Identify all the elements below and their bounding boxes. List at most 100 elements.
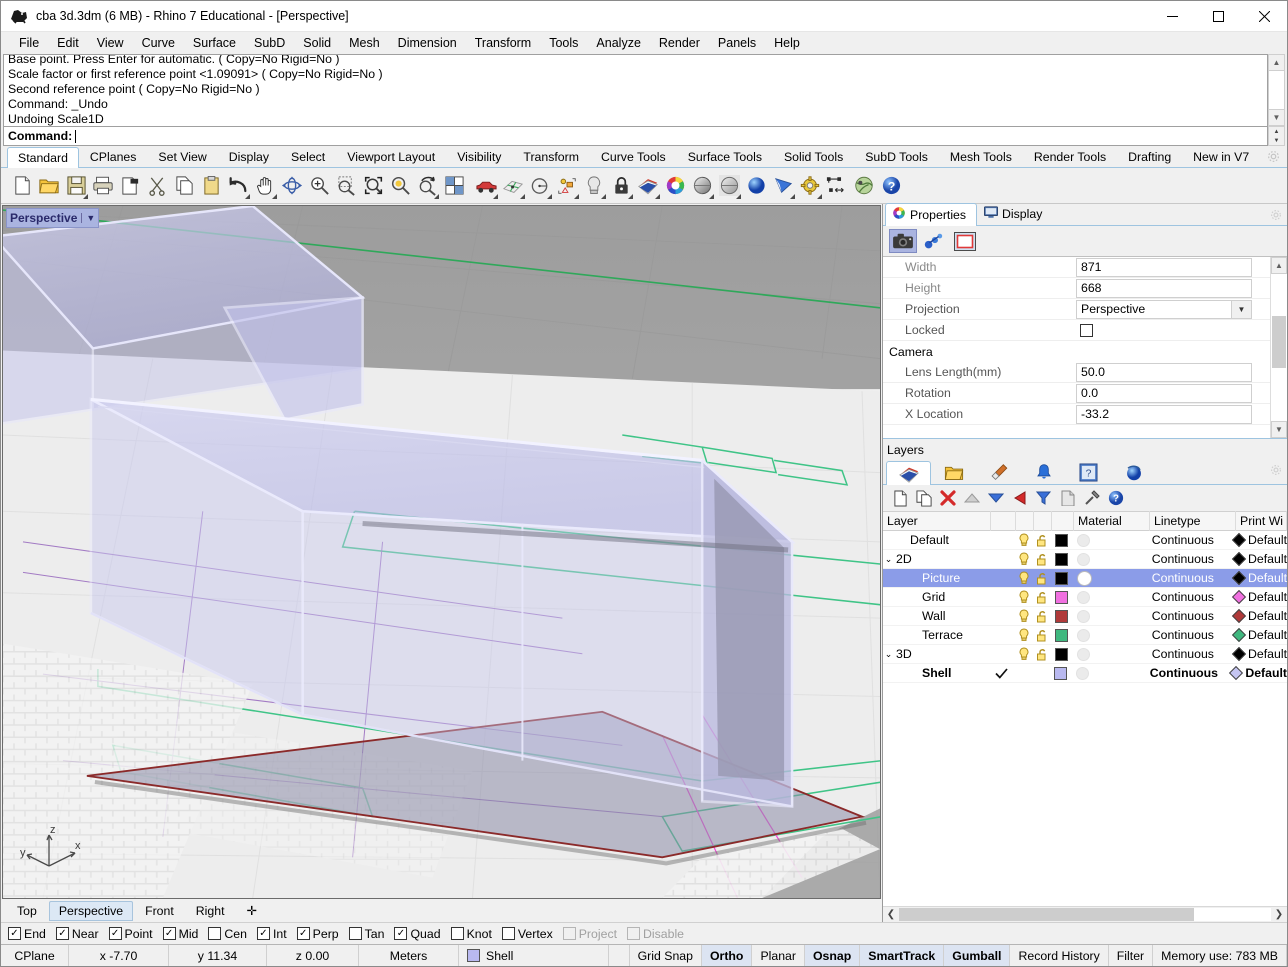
layer-color-swatch[interactable] bbox=[1051, 629, 1073, 642]
rotate-view-icon[interactable] bbox=[279, 172, 305, 200]
osnap-disable[interactable]: Disable bbox=[627, 927, 684, 941]
layer-material-cell[interactable] bbox=[1071, 667, 1146, 680]
osnap-int[interactable]: ✓ Int bbox=[257, 927, 287, 941]
properties-settings-gear-icon[interactable] bbox=[1269, 208, 1283, 225]
spin-up-icon[interactable]: ▲ bbox=[1269, 127, 1284, 136]
checkbox[interactable]: ✓ bbox=[163, 927, 176, 940]
toolbar-tab-select[interactable]: Select bbox=[280, 146, 336, 167]
cplane-indicator[interactable]: CPlane bbox=[1, 945, 69, 966]
tab-display[interactable]: Display bbox=[977, 203, 1053, 225]
close-button[interactable] bbox=[1241, 1, 1287, 32]
toggle-ortho[interactable]: Ortho bbox=[702, 945, 752, 966]
dropdown-corner-icon[interactable] bbox=[817, 194, 822, 199]
toolbar-tab-surface-tools[interactable]: Surface Tools bbox=[677, 146, 773, 167]
add-viewport-tab-icon[interactable]: ✛ bbox=[237, 901, 267, 921]
dropdown-corner-icon[interactable] bbox=[520, 194, 525, 199]
layer-print-width-cell[interactable]: Default bbox=[1233, 552, 1287, 566]
toggle-planar[interactable]: Planar bbox=[752, 945, 805, 966]
table-row[interactable]: Default Continuous bbox=[883, 531, 1287, 550]
layer-color-swatch[interactable] bbox=[1049, 667, 1071, 680]
layer-linetype[interactable]: Continuous bbox=[1148, 552, 1233, 566]
viewport-tab-front[interactable]: Front bbox=[135, 901, 184, 921]
menu-transform[interactable]: Transform bbox=[466, 34, 541, 52]
layer-linetype[interactable]: Continuous bbox=[1148, 647, 1233, 661]
maximize-button[interactable] bbox=[1195, 1, 1241, 32]
layer-print-width-cell[interactable]: Default bbox=[1233, 533, 1287, 547]
current-layer-indicator[interactable]: Shell bbox=[459, 945, 609, 966]
layer-print-width-cell[interactable]: Default bbox=[1233, 590, 1287, 604]
expander-icon[interactable]: ⌄ bbox=[883, 554, 894, 565]
layer-color-swatch[interactable] bbox=[1051, 534, 1073, 547]
layer-material-cell[interactable] bbox=[1072, 591, 1147, 604]
scroll-thumb[interactable] bbox=[899, 908, 1194, 921]
zoom-window-icon[interactable] bbox=[333, 172, 359, 200]
table-row[interactable]: ⌄ 3D Continuous bbox=[883, 645, 1287, 664]
toggle-osnap[interactable]: Osnap bbox=[805, 945, 860, 966]
toolbar-tab-display[interactable]: Display bbox=[218, 146, 280, 167]
layer-print-width-cell[interactable]: Default bbox=[1233, 609, 1287, 623]
dimension-icon[interactable] bbox=[824, 172, 850, 200]
layer-tools-hammer-icon[interactable] bbox=[1082, 488, 1102, 508]
tab-materials[interactable] bbox=[976, 460, 1021, 484]
dropdown-corner-icon[interactable] bbox=[83, 194, 88, 199]
dropdown-corner-icon[interactable] bbox=[434, 194, 439, 199]
zoom-dynamic-icon[interactable] bbox=[414, 172, 440, 200]
column-header-material[interactable]: Material bbox=[1074, 511, 1150, 531]
layer-color-swatch[interactable] bbox=[1051, 591, 1073, 604]
layer-name-cell[interactable]: Default bbox=[883, 533, 990, 547]
viewport-label[interactable]: Perspective ▼ bbox=[6, 208, 99, 228]
menu-help[interactable]: Help bbox=[765, 34, 809, 52]
dropdown-corner-icon[interactable] bbox=[736, 194, 741, 199]
column-header-color[interactable] bbox=[1052, 511, 1074, 531]
scroll-track[interactable] bbox=[899, 908, 1271, 921]
checkbox[interactable] bbox=[208, 927, 221, 940]
layer-lock-icon[interactable] bbox=[1033, 610, 1051, 623]
command-history[interactable]: Base point. Press Enter for automatic. (… bbox=[3, 54, 1268, 126]
delete-layer-icon[interactable] bbox=[938, 488, 958, 508]
osnap-end[interactable]: ✓ End bbox=[8, 927, 46, 941]
toolbar-tab-viewport-layout[interactable]: Viewport Layout bbox=[336, 146, 446, 167]
new-layer-icon[interactable] bbox=[890, 488, 910, 508]
dropdown-corner-icon[interactable] bbox=[628, 194, 633, 199]
units-indicator[interactable]: Meters bbox=[359, 945, 459, 966]
rotation-field[interactable]: 0.0 bbox=[1076, 384, 1252, 403]
undo-icon[interactable] bbox=[225, 172, 251, 200]
dropdown-corner-icon[interactable] bbox=[547, 194, 552, 199]
layer-material-cell[interactable] bbox=[1072, 610, 1147, 623]
layer-visibility-bulb-icon[interactable] bbox=[1015, 628, 1033, 642]
arctic-sphere-icon[interactable] bbox=[770, 172, 796, 200]
toolbar-tab-cplanes[interactable]: CPlanes bbox=[79, 146, 147, 167]
layer-name-cell[interactable]: Shell bbox=[883, 666, 989, 680]
menu-solid[interactable]: Solid bbox=[294, 34, 340, 52]
osnap-vertex[interactable]: Vertex bbox=[502, 927, 553, 941]
layer-print-width-cell[interactable]: Default bbox=[1230, 666, 1287, 680]
scroll-down-icon[interactable]: ▼ bbox=[1271, 421, 1287, 438]
locked-checkbox[interactable] bbox=[1080, 324, 1093, 337]
help-icon[interactable]: ? bbox=[1106, 488, 1126, 508]
help-icon[interactable]: ? bbox=[878, 172, 904, 200]
layers-horizontal-scrollbar[interactable]: ❮ ❯ bbox=[883, 906, 1287, 922]
perspective-viewport[interactable]: Perspective ▼ z y x bbox=[2, 205, 881, 899]
lens-length-field[interactable]: 50.0 bbox=[1076, 363, 1252, 382]
projection-select[interactable]: Perspective ▼ bbox=[1076, 300, 1252, 319]
tab-named-views[interactable]: ? bbox=[1066, 460, 1111, 484]
cut-scissors-icon[interactable] bbox=[144, 172, 170, 200]
layer-linetype[interactable]: Continuous bbox=[1148, 628, 1233, 642]
layer-material-cell[interactable] bbox=[1072, 648, 1147, 661]
layer-print-width-cell[interactable]: Default bbox=[1233, 571, 1287, 585]
toolbar-tab-transform[interactable]: Transform bbox=[512, 146, 590, 167]
checkbox[interactable] bbox=[502, 927, 515, 940]
dropdown-corner-icon[interactable] bbox=[493, 194, 498, 199]
menu-subd[interactable]: SubD bbox=[245, 34, 294, 52]
move-up-icon[interactable] bbox=[962, 488, 982, 508]
toggle-smarttrack[interactable]: SmartTrack bbox=[860, 945, 944, 966]
zoom-selected-icon[interactable] bbox=[387, 172, 413, 200]
osnap-perp[interactable]: ✓ Perp bbox=[297, 927, 339, 941]
dropdown-corner-icon[interactable] bbox=[272, 194, 277, 199]
x-location-field[interactable]: -33.2 bbox=[1076, 405, 1252, 424]
command-spinner[interactable]: ▲ ▼ bbox=[1268, 126, 1285, 146]
toolbar-tab-solid-tools[interactable]: Solid Tools bbox=[773, 146, 854, 167]
open-folder-icon[interactable] bbox=[36, 172, 62, 200]
earth-render-icon[interactable] bbox=[851, 172, 877, 200]
tab-blocks[interactable] bbox=[931, 460, 976, 484]
